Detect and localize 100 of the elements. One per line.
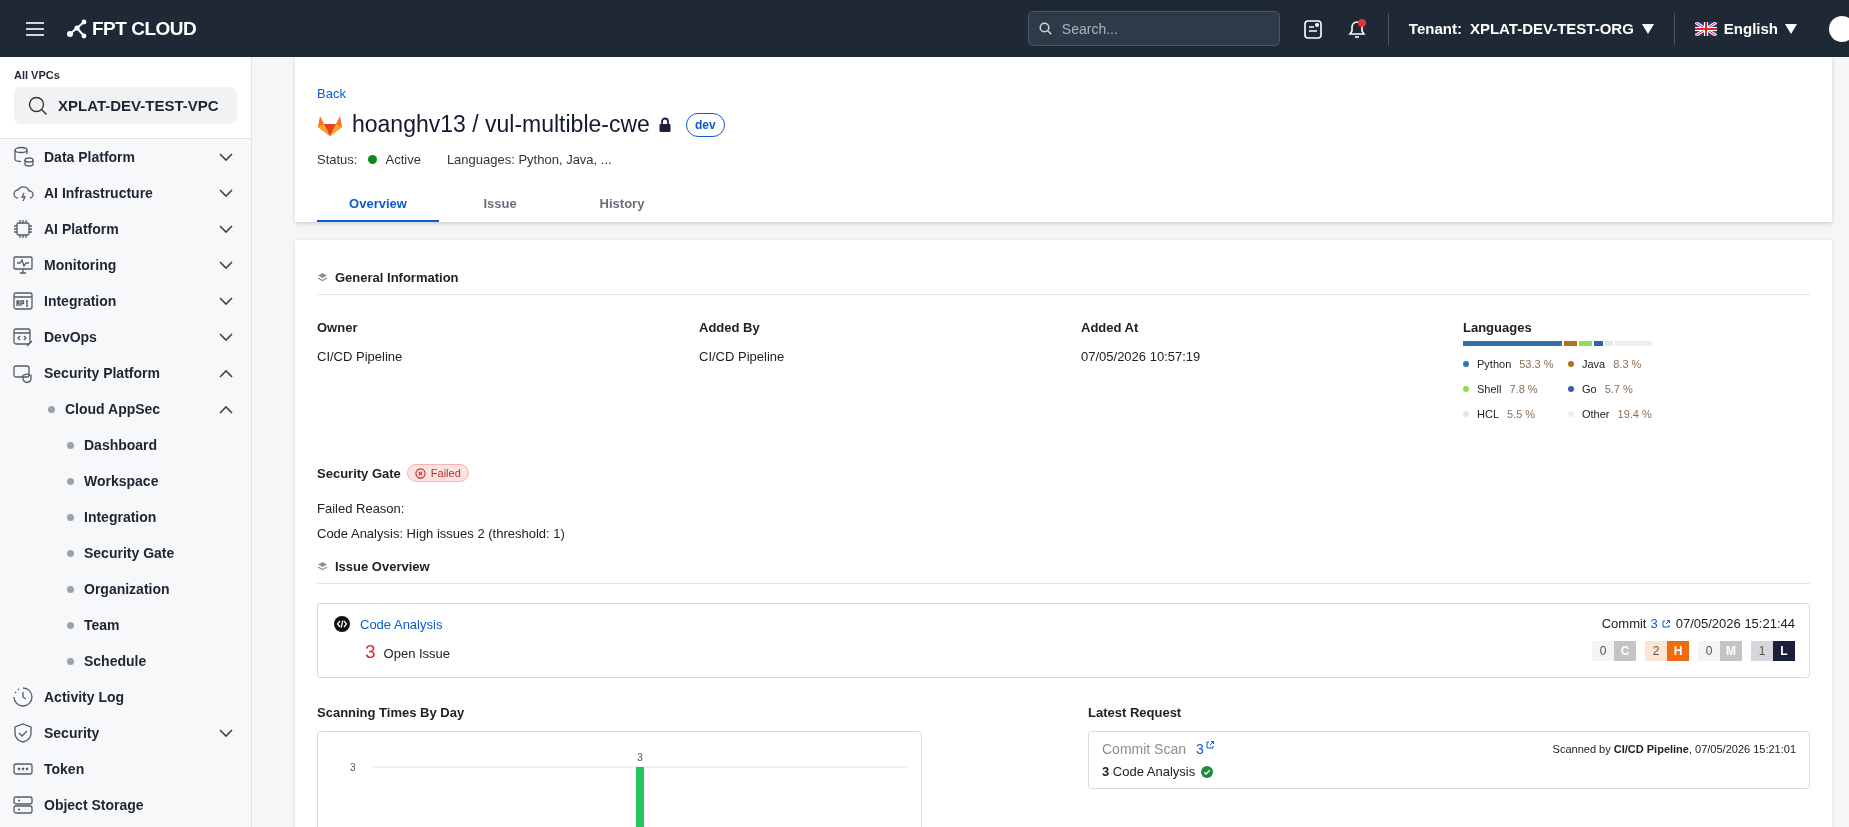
field-label: Added At bbox=[1081, 320, 1140, 335]
language-percent: 5.5 % bbox=[1507, 408, 1536, 420]
tab[interactable]: Issue bbox=[439, 187, 561, 222]
severity-letter: L bbox=[1773, 641, 1795, 661]
search-input[interactable]: Search... bbox=[1059, 19, 1264, 38]
scan-date: 07/05/2026 15:21:44 bbox=[1675, 616, 1795, 631]
severity-letter: M bbox=[1720, 641, 1742, 661]
sidebar-item[interactable]: Security Platform bbox=[0, 355, 251, 391]
commit-link[interactable]: 3 bbox=[1196, 741, 1204, 757]
shield-window-icon bbox=[12, 362, 34, 384]
scan-name-link[interactable]: Code Analysis bbox=[360, 616, 443, 632]
status-dot-icon bbox=[368, 155, 378, 164]
sidebar-item[interactable]: Schedule bbox=[0, 643, 251, 679]
note-icon[interactable] bbox=[1303, 18, 1322, 39]
bullet-icon bbox=[67, 621, 74, 629]
search-icon bbox=[28, 95, 48, 116]
section-title: General Information bbox=[335, 270, 459, 285]
severity-count: 1 bbox=[1751, 641, 1773, 661]
sidebar-item[interactable]: AI Infrastructure bbox=[0, 175, 251, 211]
shield-check-icon bbox=[12, 722, 34, 744]
bullet-icon bbox=[67, 513, 74, 521]
section-title: Issue Overview bbox=[335, 559, 430, 574]
field-label: Languages bbox=[1463, 320, 1533, 335]
chart-bar bbox=[636, 767, 644, 827]
sidebar-item[interactable]: Team bbox=[0, 607, 251, 643]
tab[interactable]: History bbox=[561, 187, 683, 222]
menu-icon[interactable] bbox=[26, 21, 44, 36]
api-window-icon bbox=[12, 290, 34, 312]
language-percent: 8.3 % bbox=[1613, 358, 1642, 370]
bullet-icon bbox=[67, 441, 74, 449]
search-field[interactable]: Search... bbox=[1027, 11, 1280, 46]
section-title: Latest Request bbox=[1088, 705, 1183, 720]
chevron-up-icon[interactable] bbox=[219, 404, 233, 414]
chart-title: Scanning Times By Day bbox=[317, 705, 466, 720]
chevron-down-icon[interactable] bbox=[219, 332, 233, 342]
database-icon bbox=[12, 146, 34, 168]
brand-logo[interactable]: FPT CLOUD bbox=[66, 17, 197, 40]
external-link-icon bbox=[1205, 741, 1214, 749]
sidebar-item[interactable]: Dashboard bbox=[0, 427, 251, 463]
code-icon bbox=[334, 616, 350, 632]
caret-icon bbox=[1641, 23, 1654, 34]
language-percent: 19.4 % bbox=[1617, 408, 1652, 420]
sidebar-item[interactable]: Monitoring bbox=[0, 247, 251, 283]
language-name: Shell bbox=[1477, 383, 1502, 395]
sidebar-item[interactable]: Security Gate bbox=[0, 535, 251, 571]
layers-icon bbox=[317, 272, 328, 283]
code-window-icon bbox=[12, 326, 34, 348]
field-value: 07/05/2026 10:57:19 bbox=[1081, 349, 1201, 364]
severity-count: 0 bbox=[1592, 641, 1614, 661]
failed-reason-label: Failed Reason: bbox=[317, 500, 406, 518]
bar-value-label: 3 bbox=[637, 752, 643, 763]
sidebar-item[interactable]: Activity Log bbox=[0, 679, 251, 715]
commit-label: Commit bbox=[1601, 616, 1647, 631]
severity-count: 0 bbox=[1698, 641, 1720, 661]
bullet-icon bbox=[67, 549, 74, 557]
avatar[interactable] bbox=[1829, 15, 1849, 42]
sidebar-item[interactable]: Cloud AppSec bbox=[0, 391, 251, 427]
language-name: Java bbox=[1582, 358, 1606, 370]
sidebar-item[interactable]: Integration bbox=[0, 283, 251, 319]
sidebar-item[interactable]: DevOps bbox=[0, 319, 251, 355]
vpc-label: All VPCs bbox=[14, 69, 61, 81]
chevron-down-icon[interactable] bbox=[219, 296, 233, 306]
back-link[interactable]: Back bbox=[317, 86, 346, 101]
chevron-down-icon[interactable] bbox=[219, 188, 233, 198]
bullet-icon bbox=[67, 477, 74, 485]
field-value: CI/CD Pipeline bbox=[317, 349, 403, 364]
field-label: Owner bbox=[317, 320, 359, 335]
chevron-down-icon[interactable] bbox=[219, 152, 233, 162]
field-value: CI/CD Pipeline bbox=[699, 349, 785, 364]
chip-icon bbox=[12, 218, 34, 240]
field-label: Added By bbox=[699, 320, 761, 335]
status-value: Active bbox=[385, 152, 421, 167]
chevron-up-icon[interactable] bbox=[219, 368, 233, 378]
language-percent: 5.7 % bbox=[1604, 383, 1633, 395]
commit-link[interactable]: 3 bbox=[1650, 616, 1658, 631]
field-label: Security Gate bbox=[317, 465, 401, 481]
layers-icon bbox=[317, 561, 328, 572]
sidebar-item[interactable]: Organization bbox=[0, 571, 251, 607]
sidebar-item[interactable]: Integration bbox=[0, 499, 251, 535]
sidebar-item[interactable]: Security bbox=[0, 715, 251, 751]
language-selector[interactable]: English bbox=[1694, 20, 1797, 37]
sidebar-item[interactable]: AI Platform bbox=[0, 211, 251, 247]
sidebar-item[interactable]: Token bbox=[0, 751, 251, 787]
sidebar-item[interactable]: Data Platform bbox=[0, 139, 251, 175]
language-name: HCL bbox=[1477, 408, 1499, 420]
chevron-down-icon[interactable] bbox=[219, 260, 233, 270]
caret-icon bbox=[1785, 23, 1797, 34]
vpc-selector[interactable]: XPLAT-DEV-TEST-VPC bbox=[14, 87, 237, 124]
chevron-down-icon[interactable] bbox=[219, 728, 233, 738]
gate-status-badge: Failed bbox=[406, 464, 469, 482]
tab[interactable]: Overview bbox=[317, 187, 439, 222]
chevron-down-icon[interactable] bbox=[219, 224, 233, 234]
sidebar-item[interactable]: Workspace bbox=[0, 463, 251, 499]
server-icon bbox=[12, 794, 34, 816]
issue-count: 3 bbox=[365, 641, 376, 663]
monitor-icon bbox=[12, 254, 34, 276]
repository-title: hoanghv13 / vul-multible-cwe bbox=[352, 111, 650, 138]
sidebar-item[interactable]: Object Storage bbox=[0, 787, 251, 823]
request-result: 3 Code Analysis bbox=[1102, 764, 1196, 779]
tenant-selector[interactable]: Tenant: XPLAT-DEV-TEST-ORG bbox=[1408, 20, 1654, 37]
